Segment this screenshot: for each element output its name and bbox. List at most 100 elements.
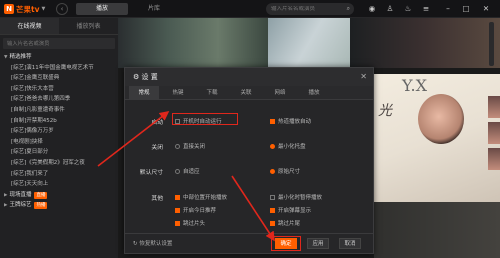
other-option-label: 中部位置开始播放 <box>183 195 228 201</box>
list-item[interactable]: [综艺]偶像万万岁 <box>0 126 118 137</box>
close-direct-option[interactable]: 直接关闭 <box>175 142 205 150</box>
status-badge: 热播 <box>34 202 48 210</box>
sidebar-list: ▼ 精选推荐 [综艺]演11年中国金鹰电视艺术节 [综艺]金鹰互联盛典 [综艺]快乐大本… <box>0 52 118 211</box>
title-bar: N 芒果tv ▼ ‹ 播放 片库 ⌕ ◉ ♙ ♨ ≡ – □ ✕ <box>0 0 500 18</box>
other-option[interactable]: 开启今日推荐 <box>175 206 216 214</box>
list-item[interactable]: [综艺]爸爸去哪儿第四季 <box>0 94 118 105</box>
banner-image[interactable] <box>268 18 350 68</box>
list-item-label: [电视剧]抉择 <box>11 138 43 145</box>
other-option-label: 开启弹幕显示 <box>278 208 312 214</box>
poster-face <box>418 94 464 144</box>
gear-icon: ⚙ <box>133 73 140 81</box>
hot-play-checkbox[interactable] <box>270 118 275 124</box>
logo-text: 芒果tv <box>16 4 40 14</box>
list-item[interactable]: [综艺]夏日部分 <box>0 147 118 158</box>
list-item[interactable]: [电视剧]抉择 <box>0 137 118 148</box>
dialog-title-bar: ⚙ 设 置 ✕ <box>125 68 373 86</box>
maximize-icon[interactable]: □ <box>460 3 472 15</box>
tab-download[interactable]: 下载 <box>197 86 227 99</box>
reset-defaults[interactable]: ↻ 恢复默认设置 <box>133 239 172 247</box>
dialog-title: 设 置 <box>141 73 158 81</box>
dialog-footer: ↻ 恢复默认设置 确定 应用 取消 <box>125 233 373 253</box>
close-direct-label: 直接关闭 <box>183 144 206 150</box>
sidebar-search[interactable] <box>3 38 115 49</box>
close-icon[interactable]: ✕ <box>480 3 492 15</box>
search-icon[interactable]: ⌕ <box>347 5 350 13</box>
skin-icon[interactable]: ♨ <box>402 3 414 15</box>
list-item-label: [综艺]天天向上 <box>11 181 49 188</box>
chevron-down-icon[interactable]: ▼ <box>41 6 45 12</box>
tab-play[interactable]: 播放 <box>76 3 128 15</box>
top-search[interactable]: ⌕ <box>266 3 354 15</box>
other-checkbox[interactable] <box>175 220 180 226</box>
list-item[interactable]: [综艺]天天向上 <box>0 179 118 190</box>
tab-library[interactable]: 片库 <box>128 3 180 15</box>
list-item[interactable]: [综艺]快乐大本营 <box>0 84 118 95</box>
adaptive-radio[interactable] <box>175 168 180 174</box>
back-icon[interactable]: ‹ <box>56 3 68 15</box>
tab-playback[interactable]: 播放 <box>299 86 329 99</box>
minimize-tray-option[interactable]: 最小化托盘 <box>270 142 306 150</box>
minimize-tray-radio[interactable] <box>270 143 275 149</box>
list-item[interactable]: [自制]开禁期452b <box>0 116 118 127</box>
record-icon[interactable]: ◉ <box>366 3 378 15</box>
list-item-label: [综艺]《完美假期2》冠军之夜 <box>11 159 85 166</box>
close-label: 关闭 <box>151 145 163 151</box>
banner-image[interactable] <box>374 202 500 258</box>
thumbnail[interactable] <box>488 96 500 118</box>
other-option[interactable]: 最小化时暂停播放 <box>270 193 322 201</box>
list-item[interactable]: [综艺]《完美假期2》冠军之夜 <box>0 158 118 169</box>
tab-online-video[interactable]: 在线视频 <box>0 18 59 34</box>
close-icon[interactable]: ✕ <box>360 68 367 86</box>
list-item-label: [自制]凡影童遭奇事件 <box>11 106 65 113</box>
list-item-label: 精选推荐 <box>9 54 32 60</box>
original-size-option[interactable]: 原始尺寸 <box>270 167 300 175</box>
original-size-radio[interactable] <box>270 168 275 174</box>
original-size-label: 原始尺寸 <box>278 169 301 175</box>
apply-button[interactable]: 应用 <box>307 238 329 249</box>
list-item-label: 现场直播 <box>9 191 32 198</box>
menu-icon[interactable]: ≡ <box>420 3 432 15</box>
other-checkbox[interactable] <box>270 194 275 200</box>
startup-label: 启动 <box>151 120 163 126</box>
other-option[interactable]: 开启弹幕显示 <box>270 206 311 214</box>
list-item[interactable]: [综艺]金鹰互联盛典 <box>0 73 118 84</box>
list-item-label: [综艺]金鹰互联盛典 <box>11 75 60 82</box>
dialog-body: 启动 开机时自动运行 热道播放自动 关闭 直接关闭 最小化托盘 默认尺寸 自适应… <box>125 100 373 227</box>
hot-play-option[interactable]: 热道播放自动 <box>270 117 311 125</box>
sidebar-group[interactable]: ▶ 王牌综艺 热播 <box>0 200 118 211</box>
other-option[interactable]: 中部位置开始播放 <box>175 193 227 201</box>
close-direct-radio[interactable] <box>175 143 180 149</box>
sidebar-group[interactable]: ▶ 现场直播 直播 <box>0 190 118 201</box>
minimize-icon[interactable]: – <box>442 3 454 15</box>
tab-network[interactable]: 网络 <box>265 86 295 99</box>
list-item[interactable]: [自制]凡影童遭奇事件 <box>0 105 118 116</box>
tab-association[interactable]: 关联 <box>231 86 261 99</box>
other-option[interactable]: 跳过片头 <box>175 219 205 227</box>
other-checkbox[interactable] <box>270 220 275 226</box>
thumbnail[interactable] <box>488 122 500 144</box>
list-item[interactable]: [综艺]演11年中国金鹰电视艺术节 <box>0 63 118 74</box>
other-option[interactable]: 跳过片尾 <box>270 219 300 227</box>
other-checkbox[interactable] <box>175 207 180 213</box>
list-item[interactable]: [综艺]我们来了 <box>0 169 118 180</box>
banner-image[interactable] <box>118 18 268 68</box>
thumbnail[interactable] <box>488 148 500 170</box>
tab-playlist[interactable]: 播放列表 <box>59 18 118 34</box>
sidebar-group[interactable]: ▼ 精选推荐 <box>0 52 118 63</box>
other-checkbox[interactable] <box>270 207 275 213</box>
sidebar-search-input[interactable] <box>7 38 115 49</box>
app-logo[interactable]: N 芒果tv ▼ <box>4 3 45 15</box>
tab-hotkeys[interactable]: 热键 <box>163 86 193 99</box>
chevron-right-icon: ▶ <box>4 203 8 209</box>
top-search-input[interactable] <box>271 6 341 12</box>
cancel-button[interactable]: 取消 <box>339 238 361 249</box>
other-checkbox[interactable] <box>175 194 180 200</box>
banner-image[interactable] <box>350 18 500 68</box>
tab-general[interactable]: 常规 <box>129 86 159 99</box>
poster-image[interactable]: Y.X 光 <box>374 74 500 202</box>
adaptive-option[interactable]: 自适应 <box>175 167 200 175</box>
minimize-tray-label: 最小化托盘 <box>278 144 306 150</box>
scrollbar[interactable] <box>489 22 494 66</box>
user-icon[interactable]: ♙ <box>384 3 396 15</box>
